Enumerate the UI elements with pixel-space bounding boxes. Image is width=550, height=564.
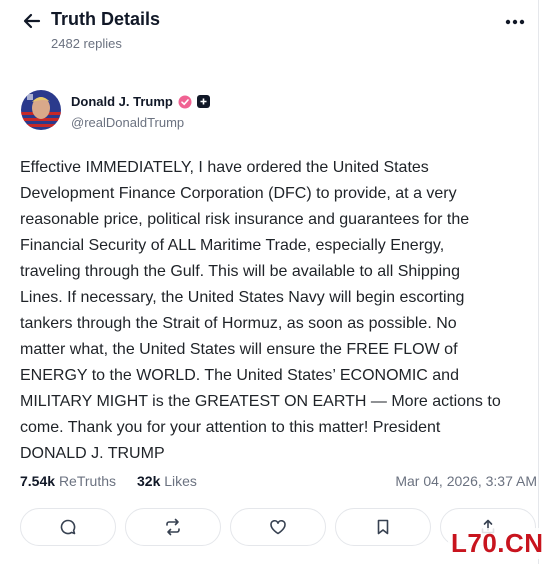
back-button[interactable] [20, 9, 44, 33]
reply-icon [60, 519, 76, 535]
header: Truth Details 2482 replies [0, 0, 538, 60]
plus-badge-icon [196, 95, 210, 108]
arrow-left-icon [23, 13, 41, 29]
likes-count: 32k [137, 473, 161, 489]
retruths-count: 7.54k [20, 473, 56, 489]
bookmark-icon [377, 519, 389, 535]
likes-stat[interactable]: 32k Likes [137, 473, 197, 489]
ellipsis-icon [505, 19, 525, 25]
retruth-icon [166, 518, 180, 536]
retruth-button[interactable] [125, 508, 221, 546]
post-timestamp: Mar 04, 2026, 3:37 AM [395, 473, 537, 489]
post-stats: 7.54k ReTruths 32k Likes Mar 04, 2026, 3… [20, 473, 537, 493]
reply-button[interactable] [20, 508, 116, 546]
like-button[interactable] [230, 508, 326, 546]
post-detail-panel: Truth Details 2482 replies Donald J. Tru… [0, 0, 539, 564]
heart-icon [270, 519, 286, 535]
page-title: Truth Details [51, 9, 161, 29]
avatar[interactable] [21, 90, 61, 130]
post-text: Effective IMMEDIATELY, I have ordered th… [20, 159, 501, 462]
avatar-image [21, 90, 61, 130]
bookmark-button[interactable] [335, 508, 431, 546]
replies-count: 2482 replies [51, 36, 122, 51]
more-options-button[interactable] [503, 10, 527, 34]
author-handle[interactable]: @realDonaldTrump [71, 115, 184, 130]
author-name[interactable]: Donald J. Trump [71, 94, 210, 109]
watermark: L70.CN [448, 528, 547, 559]
author-name-text: Donald J. Trump [71, 94, 173, 109]
likes-label: Likes [164, 473, 197, 489]
retruths-stat[interactable]: 7.54k ReTruths [20, 473, 116, 489]
verified-badge-icon [178, 95, 192, 109]
retruths-label: ReTruths [58, 473, 116, 489]
